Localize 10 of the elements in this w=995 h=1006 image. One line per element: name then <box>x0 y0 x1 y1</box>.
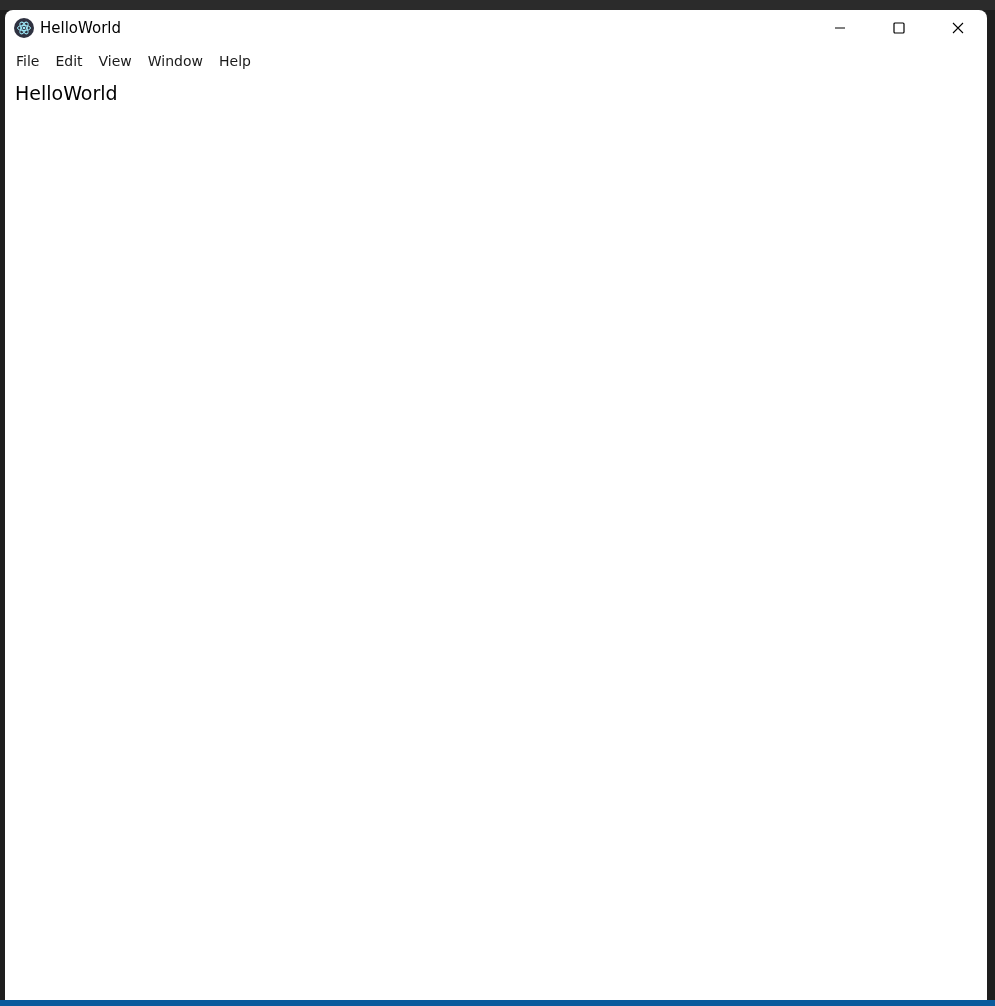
window-title: HelloWorld <box>40 19 121 37</box>
atom-icon <box>14 18 34 38</box>
menu-item[interactable]: Help <box>211 53 259 69</box>
close-icon <box>951 22 964 34</box>
menu-item[interactable]: Window <box>139 53 211 69</box>
menu-item[interactable]: File <box>8 53 48 69</box>
maximize-icon <box>892 22 905 34</box>
menu-item[interactable]: Edit <box>47 53 91 69</box>
page-text: HelloWorld <box>15 82 118 104</box>
menu-item[interactable]: View <box>90 53 140 69</box>
